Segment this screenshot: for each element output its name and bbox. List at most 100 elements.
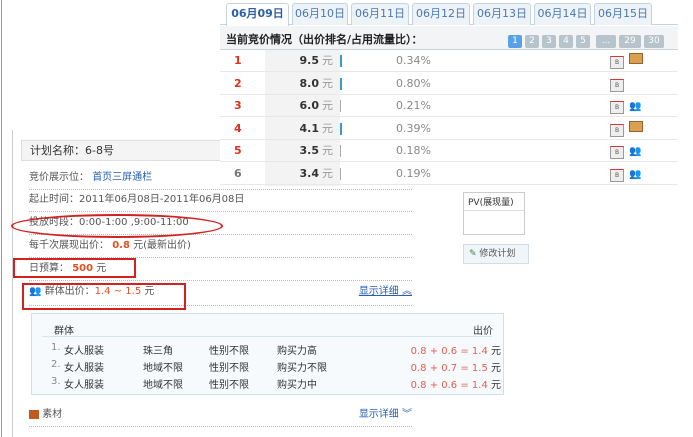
bid-icons: B (610, 51, 648, 73)
bid-share: 0.80% (396, 76, 431, 90)
bid-row: 6 3.4 元 0.19% B 👥 (220, 163, 678, 185)
bid-title: 当前竞价情况（出价排名/占用流量比）： (226, 33, 423, 46)
group-region: 地域不限 (143, 380, 183, 391)
bid-icons: B 👥 (610, 164, 648, 186)
page-button[interactable]: 29 (619, 35, 641, 48)
group-region: 珠三角 (143, 346, 173, 357)
group-header: 群体 (54, 326, 74, 337)
bid-price: 3.4 (299, 167, 320, 180)
tab-date[interactable]: 06月13日 (473, 3, 531, 25)
group-unit: 元 (491, 346, 501, 357)
window-border (1, 0, 2, 437)
bid-price: 8.0 (299, 76, 320, 90)
pv-label: PV(展现量) (464, 193, 524, 211)
share-bar (340, 168, 341, 180)
group-unit: 元 (491, 380, 501, 391)
chevron-up-icon: ︽ (402, 286, 412, 297)
edit-plan-label: 修改计划 (479, 249, 516, 259)
tab-date[interactable]: 06月14日 (534, 3, 591, 25)
tab-date[interactable]: 06月09日 (226, 3, 289, 26)
group-gender: 性别不限 (209, 346, 249, 357)
bid-row: 4 4.1 元 0.39% B (220, 118, 678, 140)
group-power: 购买力不限 (277, 363, 327, 374)
bill-icon[interactable]: B (610, 101, 624, 115)
cpm-label: 每千次展现出价： (29, 240, 109, 251)
group-icon[interactable]: 👥 (629, 169, 643, 180)
group-unit: 元 (491, 363, 501, 374)
divider (42, 336, 492, 337)
bid-popup: 06月09日 06月10日 06月11日 06月12日 06月13日 06月14日 06月1… (220, 0, 693, 186)
bid-unit: 元 (322, 144, 333, 158)
bid-rank: 5 (234, 144, 242, 158)
bid-rank: 6 (234, 167, 242, 180)
group-no: 1. (51, 342, 61, 353)
bid-share: 0.19% (396, 167, 431, 180)
bid-price: 4.1 (299, 121, 320, 135)
tab-date[interactable]: 06月10日 (292, 3, 348, 25)
bill-icon[interactable]: B (610, 78, 624, 92)
bid-rank: 3 (234, 99, 242, 113)
bid-share: 0.39% (396, 121, 431, 135)
tab-date[interactable]: 06月11日 (351, 3, 409, 25)
bid-unit: 元 (322, 121, 333, 135)
group-power: 购买力高 (277, 346, 317, 357)
position-link[interactable]: 首页三屏通栏 (92, 172, 152, 183)
group-row: 1. 女人服装 珠三角 性别不限 购买力高 0.8 + 0.6 = 1.4 元 (51, 342, 501, 358)
material-label: 素材 (42, 409, 63, 420)
page-button[interactable]: 5 (576, 35, 590, 48)
edit-icon: ✎ (469, 249, 477, 259)
group-gender: 性别不限 (209, 363, 249, 374)
group-no: 3. (51, 376, 61, 387)
share-bar (340, 55, 342, 67)
edit-plan-button[interactable]: ✎ 修改计划 (463, 244, 529, 264)
bid-share: 0.21% (396, 99, 431, 113)
bid-icons: B 👥 (610, 141, 648, 163)
bid-icons: B (610, 119, 648, 141)
bill-icon[interactable]: B (610, 146, 624, 160)
share-bar (340, 100, 341, 113)
page-button[interactable]: 4 (559, 35, 573, 48)
bill-icon[interactable]: B (610, 123, 624, 137)
tab-date[interactable]: 06月12日 (412, 3, 470, 25)
bid-row: 2 8.0 元 0.80% B (220, 73, 678, 95)
bid-row: 1 9.5 元 0.34% B (220, 50, 678, 72)
banner-icon[interactable] (629, 53, 643, 67)
hide-detail-link[interactable]: 显示详细 ︽ (359, 282, 412, 302)
bid-unit: 元 (322, 167, 333, 180)
pv-box: PV(展现量) (463, 192, 525, 235)
group-icon[interactable]: 👥 (629, 101, 643, 112)
tab-date[interactable]: 06月15日 (594, 3, 652, 25)
budget-highlight (13, 258, 136, 278)
bill-icon[interactable]: B (610, 169, 624, 182)
page-button[interactable]: 30 (644, 35, 664, 48)
show-detail-label: 显示详细 (358, 409, 399, 420)
group-category: 女人服装 (64, 363, 104, 374)
group-icon[interactable]: 👥 (629, 146, 643, 157)
group-formula: 0.8 + 0.6 = 1.4 (410, 380, 488, 391)
group-formula: 0.8 + 0.6 = 1.4 (410, 346, 488, 357)
bid-unit: 元 (322, 99, 333, 113)
bill-icon[interactable]: B (610, 56, 624, 69)
bid-icons: B (610, 74, 629, 96)
bid-price: 3.5 (299, 144, 320, 158)
page-button[interactable]: ... (596, 35, 616, 48)
group-row: 3. 女人服装 地域不限 性别不限 购买力中 0.8 + 0.6 = 1.4 元 (51, 376, 501, 392)
cpm-row: 每千次展现出价： 0.8 元(最新出价) (29, 236, 412, 258)
page-button[interactable]: 3 (542, 35, 556, 48)
group-category: 女人服装 (64, 380, 104, 391)
position-label: 竞价展示位： (29, 172, 89, 183)
group-category: 女人服装 (64, 346, 104, 357)
page-button[interactable]: 2 (525, 35, 539, 48)
bid-price: 6.0 (299, 99, 320, 113)
price-header: 出价 (473, 326, 493, 337)
bid-rank: 1 (234, 54, 242, 67)
bid-row: 5 3.5 元 0.18% B 👥 (220, 140, 678, 163)
show-detail-link[interactable]: 显示详细 ︾ (359, 405, 412, 425)
banner-icon[interactable] (629, 120, 643, 135)
cpm-suffix: 元(最新出价) (133, 240, 191, 251)
page-button[interactable]: 1 (508, 35, 522, 48)
bid-unit: 元 (322, 54, 333, 67)
group-row: 2. 女人服装 地域不限 性别不限 购买力不限 0.8 + 0.7 = 1.5 … (51, 359, 501, 375)
group-bid-highlight (22, 283, 186, 310)
bid-share: 0.18% (396, 144, 431, 158)
